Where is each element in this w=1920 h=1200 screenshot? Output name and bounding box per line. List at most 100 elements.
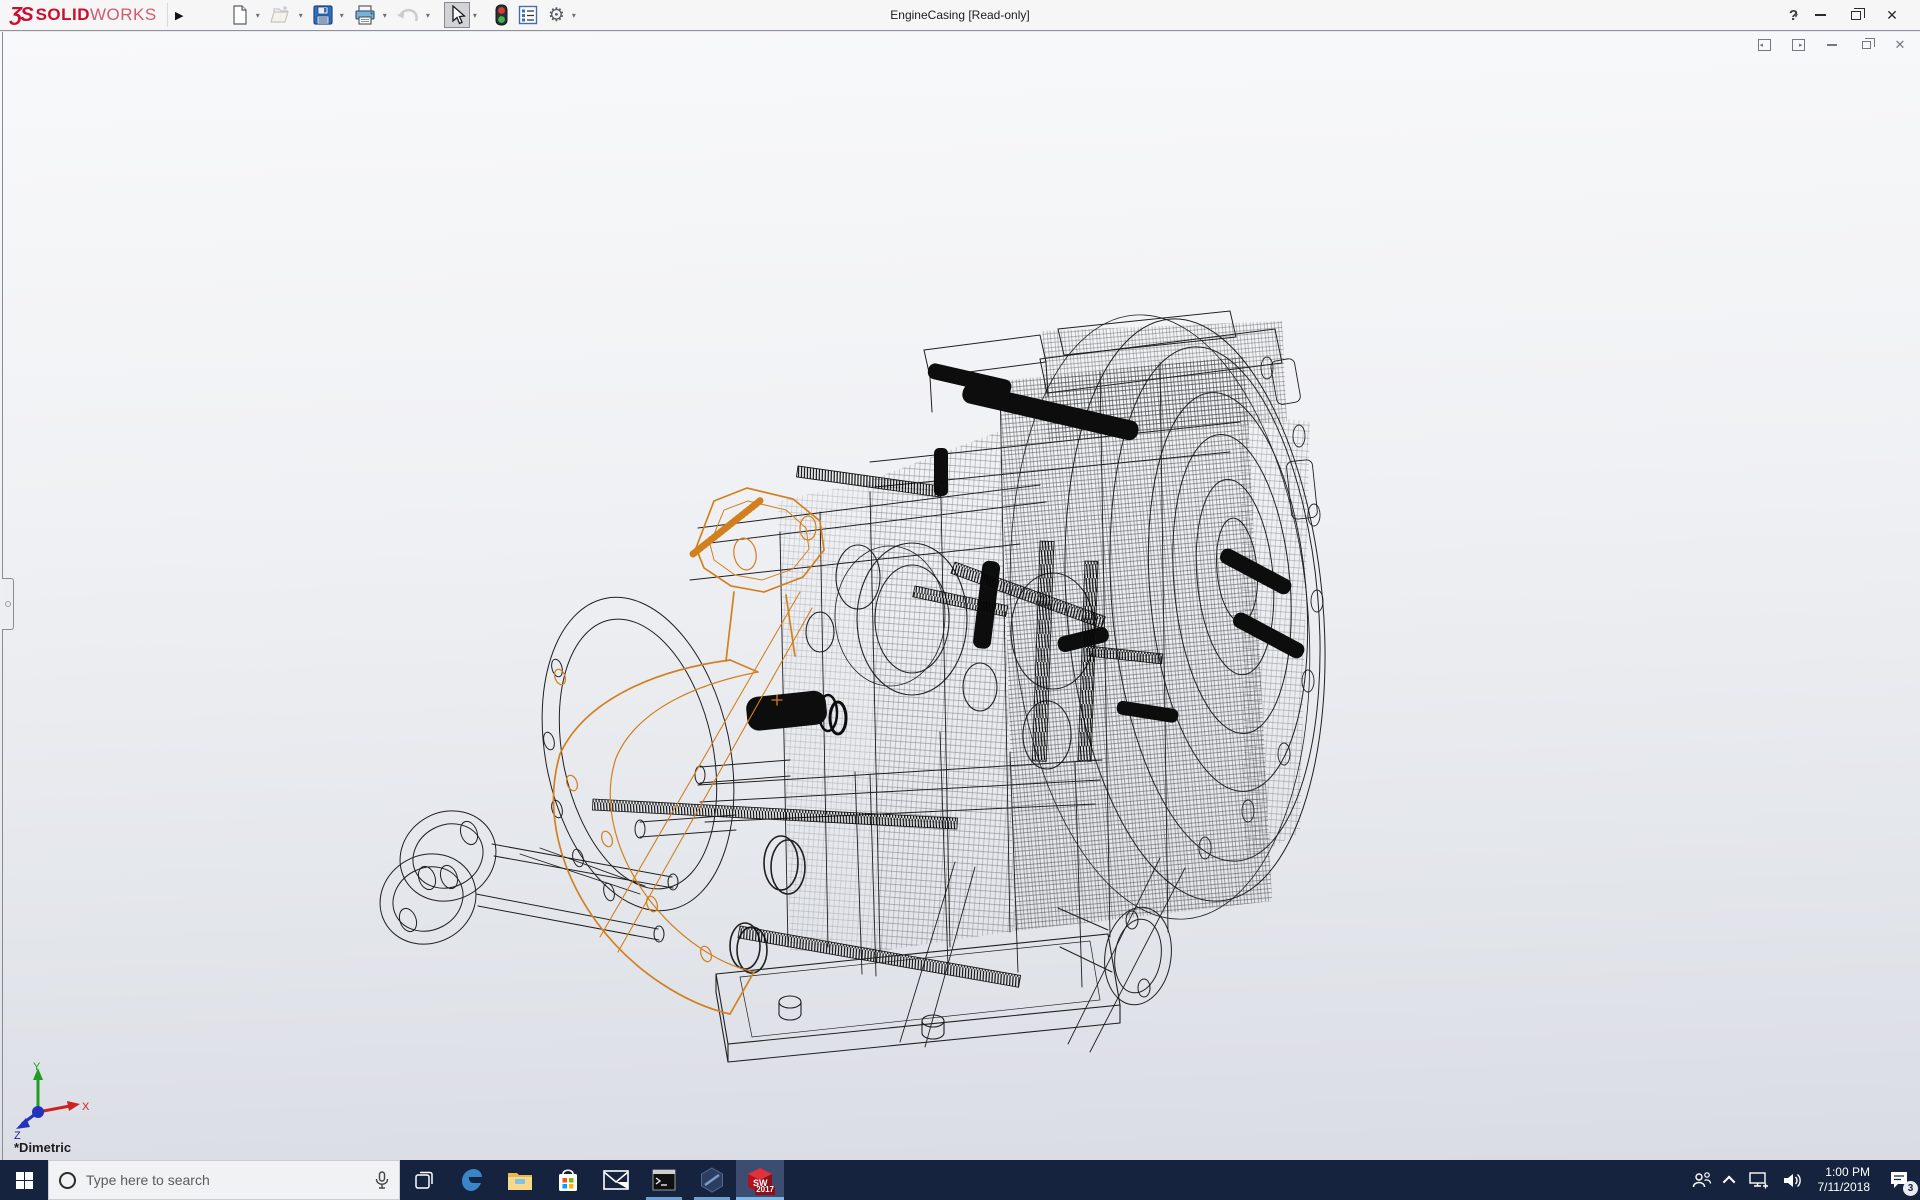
taskbar-item-hexagon-app[interactable] bbox=[688, 1160, 736, 1200]
clock-date: 7/11/2018 bbox=[1818, 1180, 1871, 1195]
new-document-button[interactable] bbox=[227, 2, 253, 28]
pane-right-icon: ▸ bbox=[1792, 39, 1805, 51]
graphics-area[interactable]: ◂ ▸ ✕ Y X Z *Dimetric bbox=[0, 32, 1920, 1160]
taskbar-item-store[interactable] bbox=[544, 1160, 592, 1200]
triad-y-label: Y bbox=[33, 1061, 41, 1073]
action-center-button[interactable]: 3 bbox=[1878, 1160, 1920, 1200]
file-properties-button[interactable] bbox=[514, 2, 542, 28]
people-icon bbox=[1692, 1171, 1712, 1189]
open-button[interactable] bbox=[266, 2, 296, 28]
minimize-button[interactable] bbox=[1806, 4, 1834, 26]
triad-z-label: Z bbox=[14, 1130, 21, 1140]
doc-restore-icon bbox=[1862, 41, 1871, 49]
pane-left-button[interactable]: ◂ bbox=[1754, 36, 1774, 54]
minimize-icon bbox=[1815, 14, 1826, 16]
search-input[interactable] bbox=[86, 1172, 365, 1188]
volume-icon bbox=[1783, 1172, 1803, 1189]
document-window-controls: ◂ ▸ ✕ bbox=[1754, 36, 1910, 54]
select-tool-button[interactable] bbox=[444, 2, 470, 28]
print-caret[interactable]: ▾ bbox=[382, 11, 391, 20]
start-button[interactable] bbox=[0, 1160, 48, 1200]
left-flange bbox=[515, 579, 790, 928]
restore-button[interactable] bbox=[1842, 4, 1870, 26]
quick-access-toolbar: ▾ ▾ ▾ bbox=[227, 2, 580, 28]
taskbar-item-command-prompt[interactable] bbox=[640, 1160, 688, 1200]
save-button[interactable] bbox=[309, 2, 337, 28]
save-caret[interactable]: ▾ bbox=[339, 11, 348, 20]
rebuild-button[interactable] bbox=[491, 2, 512, 28]
cortana-icon bbox=[59, 1172, 76, 1189]
new-document-icon bbox=[231, 5, 249, 25]
doc-close-button[interactable]: ✕ bbox=[1890, 36, 1910, 54]
options-caret[interactable]: ▾ bbox=[571, 11, 580, 20]
mail-icon bbox=[603, 1170, 629, 1190]
help-caret[interactable]: ▾ bbox=[1794, 11, 1798, 20]
close-icon: ✕ bbox=[1886, 7, 1898, 24]
undo-caret[interactable]: ▾ bbox=[425, 11, 434, 20]
hidden-icons-button[interactable] bbox=[1719, 1160, 1742, 1200]
people-button[interactable] bbox=[1685, 1160, 1719, 1200]
windows-logo-icon bbox=[16, 1172, 33, 1189]
coordinate-triad: Y X Z bbox=[8, 1060, 92, 1140]
titlebar: ƷS SOLIDWORKS ▶ ▾ ▾ bbox=[0, 0, 1920, 31]
taskbar: SW 2017 bbox=[0, 1160, 1920, 1200]
doc-close-icon: ✕ bbox=[1895, 37, 1906, 53]
network-icon bbox=[1749, 1172, 1769, 1189]
feature-manager-collapsed-tab[interactable] bbox=[2, 578, 14, 630]
new-document-caret[interactable]: ▾ bbox=[255, 11, 264, 20]
doc-minimize-icon bbox=[1827, 44, 1837, 46]
taskbar-clock[interactable]: 1:00 PM 7/11/2018 bbox=[1810, 1165, 1879, 1195]
taskbar-search[interactable] bbox=[48, 1160, 400, 1200]
chevron-up-icon bbox=[1722, 1175, 1735, 1188]
menu-flyout-arrow[interactable]: ▶ bbox=[167, 3, 183, 27]
microphone-icon[interactable] bbox=[375, 1171, 389, 1189]
solidworks-logo: ƷS SOLIDWORKS bbox=[0, 0, 165, 30]
volume-button[interactable] bbox=[1776, 1160, 1810, 1200]
task-view-button[interactable] bbox=[400, 1160, 448, 1200]
solidworks-year-label: 2017 bbox=[755, 1186, 775, 1195]
options-button[interactable]: ⚙ bbox=[544, 2, 569, 28]
select-cursor-icon bbox=[448, 5, 466, 25]
task-view-icon bbox=[415, 1171, 433, 1189]
system-tray: 1:00 PM 7/11/2018 3 bbox=[1685, 1160, 1920, 1200]
network-button[interactable] bbox=[1742, 1160, 1776, 1200]
pane-right-button[interactable]: ▸ bbox=[1788, 36, 1808, 54]
base-plate bbox=[716, 934, 1120, 1062]
wireframe-model bbox=[0, 32, 1920, 1160]
taskbar-item-file-explorer[interactable] bbox=[496, 1160, 544, 1200]
brand-works-text: WORKS bbox=[90, 5, 157, 25]
command-prompt-icon bbox=[652, 1169, 676, 1191]
save-floppy-icon bbox=[313, 5, 333, 25]
print-button[interactable] bbox=[350, 2, 380, 28]
tab-pin-icon bbox=[5, 601, 11, 607]
solidworks-icon: SW 2017 bbox=[747, 1167, 773, 1193]
open-folder-icon bbox=[270, 6, 292, 24]
brand-solid-text: SOLID bbox=[36, 5, 90, 25]
left-mount-arms bbox=[364, 794, 678, 961]
undo-button[interactable] bbox=[393, 2, 423, 28]
edge-icon bbox=[460, 1168, 484, 1192]
close-button[interactable]: ✕ bbox=[1878, 4, 1906, 26]
file-explorer-icon bbox=[507, 1169, 533, 1191]
doc-restore-button[interactable] bbox=[1856, 36, 1876, 54]
rebuild-traffic-light-icon bbox=[495, 4, 508, 26]
clock-time: 1:00 PM bbox=[1818, 1165, 1871, 1180]
select-tool-caret[interactable]: ▾ bbox=[472, 11, 481, 20]
hexagon-app-icon bbox=[699, 1167, 725, 1193]
taskbar-item-mail[interactable] bbox=[592, 1160, 640, 1200]
notification-badge: 3 bbox=[1903, 1181, 1918, 1196]
triad-x-label: X bbox=[82, 1101, 90, 1113]
dassault-logo-icon: ƷS bbox=[10, 4, 32, 27]
undo-arrow-icon bbox=[397, 6, 419, 24]
restore-icon bbox=[1851, 11, 1861, 20]
doc-minimize-button[interactable] bbox=[1822, 36, 1842, 54]
help-button[interactable]: ? ▾ bbox=[1789, 4, 1798, 26]
open-caret[interactable]: ▾ bbox=[298, 11, 307, 20]
pane-left-icon: ◂ bbox=[1758, 39, 1771, 51]
options-gear-icon: ⚙ bbox=[548, 6, 565, 25]
taskbar-item-solidworks[interactable]: SW 2017 bbox=[736, 1160, 784, 1200]
window-controls: ? ▾ ✕ bbox=[1789, 4, 1920, 26]
print-icon bbox=[354, 5, 376, 25]
orientation-label: *Dimetric bbox=[14, 1140, 71, 1155]
taskbar-item-edge[interactable] bbox=[448, 1160, 496, 1200]
